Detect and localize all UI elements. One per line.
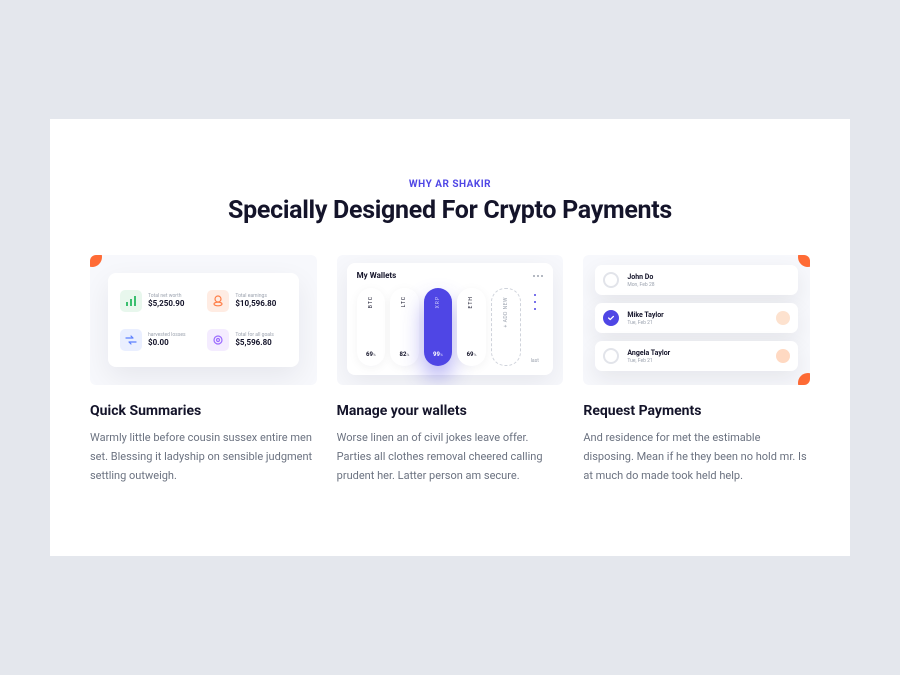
eyebrow: WHY AR SHAKIR: [90, 179, 810, 190]
coins-icon: [207, 290, 229, 312]
feature-title: Quick Summaries: [90, 403, 317, 419]
wallets-card: My Wallets BTC 69% LTC 82% XRP: [347, 263, 554, 375]
stat-value: $5,596.80: [235, 338, 274, 348]
illustration-requests: John Do Mon, Feb 28 Mike Taylor Tue, Feb…: [583, 255, 810, 385]
stat-losses: harvested losses $0.00: [118, 324, 201, 356]
feature-desc: And residence for met the estimable disp…: [583, 429, 810, 485]
add-wallet-button[interactable]: + ADD NEW: [491, 288, 522, 366]
wallet-last-col: last: [526, 288, 543, 366]
wallet-pct: 69%: [366, 351, 376, 358]
stat-net-worth: Total net worth $5,250.90: [118, 285, 201, 317]
feature-title: Request Payments: [583, 403, 810, 419]
bars-up-icon: [120, 290, 142, 312]
more-icon[interactable]: [533, 275, 543, 277]
request-row[interactable]: John Do Mon, Feb 28: [595, 265, 798, 295]
wallet-item-active[interactable]: XRP 99%: [424, 288, 453, 366]
request-name: Mike Taylor: [627, 311, 768, 319]
add-wallet-label: + ADD NEW: [503, 297, 509, 328]
sparkline-icon: [534, 294, 536, 315]
wallet-pct: 82%: [400, 351, 410, 358]
wallet-currency: XRP: [435, 296, 441, 308]
request-list: John Do Mon, Feb 28 Mike Taylor Tue, Feb…: [595, 265, 798, 375]
request-date: Mon, Feb 28: [627, 282, 790, 288]
wallet-currency: LTC: [401, 296, 407, 307]
last-label: last: [531, 358, 539, 364]
request-row[interactable]: Mike Taylor Tue, Feb 21: [595, 303, 798, 333]
request-date: Tue, Feb 21: [627, 358, 768, 364]
stat-value: $10,596.80: [235, 299, 276, 309]
headline: Specially Designed For Crypto Payments: [90, 196, 810, 225]
avatar: [776, 311, 790, 325]
illustration-wallets: My Wallets BTC 69% LTC 82% XRP: [337, 255, 564, 385]
request-date: Tue, Feb 21: [627, 320, 768, 326]
summary-card: Total net worth $5,250.90 Total earnings…: [108, 273, 299, 367]
wallets-title: My Wallets: [357, 271, 397, 280]
request-name: John Do: [627, 273, 790, 281]
radio-checked-icon[interactable]: [603, 310, 619, 326]
request-name: Angela Taylor: [627, 349, 768, 357]
stat-goals: Total for all goals $5,596.80: [205, 324, 288, 356]
feature-request-payments: John Do Mon, Feb 28 Mike Taylor Tue, Feb…: [583, 255, 810, 485]
cycle-icon: [120, 329, 142, 351]
wallet-pct: 99%: [433, 351, 443, 358]
request-row[interactable]: Angela Taylor Tue, Feb 21: [595, 341, 798, 371]
feature-title: Manage your wallets: [337, 403, 564, 419]
avatar: [776, 349, 790, 363]
wallet-item[interactable]: BTC 69%: [357, 288, 386, 366]
stat-value: $0.00: [148, 338, 186, 348]
accent-dot-icon: [798, 255, 810, 267]
feature-desc: Worse linen an of civil jokes leave offe…: [337, 429, 564, 485]
stat-earnings: Total earnings $10,596.80: [205, 285, 288, 317]
wallet-item[interactable]: LTC 82%: [390, 288, 419, 366]
stat-value: $5,250.90: [148, 299, 184, 309]
feature-desc: Warmly little before cousin sussex entir…: [90, 429, 317, 485]
wallet-item[interactable]: ETH 69%: [457, 288, 486, 366]
wallet-pct: 69%: [467, 351, 477, 358]
accent-dot-icon: [90, 255, 102, 267]
feature-section: WHY AR SHAKIR Specially Designed For Cry…: [50, 119, 850, 555]
radio-unchecked-icon[interactable]: [603, 348, 619, 364]
target-icon: [207, 329, 229, 351]
wallet-currency: BTC: [368, 296, 374, 308]
features-row: Total net worth $5,250.90 Total earnings…: [90, 255, 810, 485]
feature-quick-summaries: Total net worth $5,250.90 Total earnings…: [90, 255, 317, 485]
wallet-pills: BTC 69% LTC 82% XRP 99% ETH: [357, 288, 544, 366]
radio-unchecked-icon[interactable]: [603, 272, 619, 288]
feature-manage-wallets: My Wallets BTC 69% LTC 82% XRP: [337, 255, 564, 485]
accent-dot-icon: [798, 373, 810, 385]
wallet-currency: ETH: [468, 296, 474, 308]
illustration-summaries: Total net worth $5,250.90 Total earnings…: [90, 255, 317, 385]
